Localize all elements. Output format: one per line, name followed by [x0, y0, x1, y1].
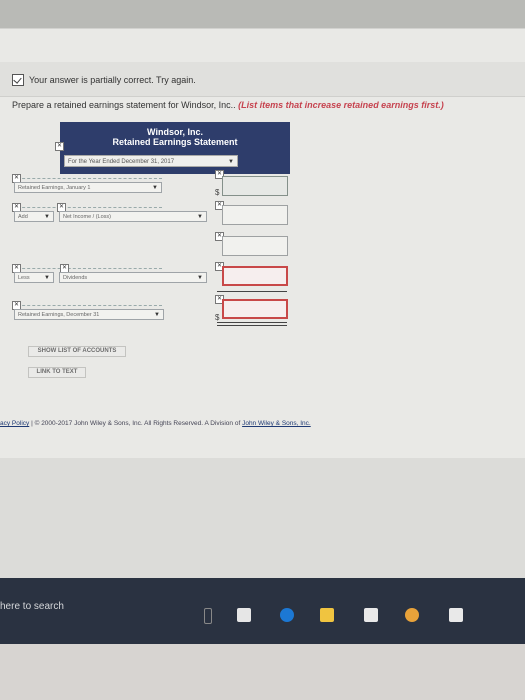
- store-icon[interactable]: [364, 608, 378, 622]
- browser-chrome: [0, 0, 525, 28]
- wiley-link[interactable]: John Wiley & Sons, Inc.: [242, 420, 311, 427]
- double-underline-top: [217, 322, 287, 323]
- subtotal-underline: [217, 291, 287, 292]
- edge-browser-icon[interactable]: [280, 608, 294, 622]
- show-list-of-accounts-button[interactable]: SHOW LIST OF ACCOUNTS: [28, 346, 126, 357]
- period-dropdown[interactable]: For the Year Ended December 31, 2017 ▼: [64, 155, 238, 167]
- divider: [12, 178, 162, 179]
- statement-title: Retained Earnings Statement: [112, 137, 238, 147]
- opening-account-dropdown[interactable]: Retained Earnings, January 1 ▼: [14, 182, 162, 193]
- divider: [12, 207, 162, 208]
- dollar-sign: $: [215, 313, 220, 322]
- dividends-input[interactable]: [222, 266, 288, 286]
- chevron-down-icon: ▼: [154, 312, 160, 318]
- period-value: For the Year Ended December 31, 2017: [68, 159, 175, 165]
- close-icon[interactable]: ✕: [55, 142, 64, 151]
- double-underline-bottom: [217, 325, 287, 326]
- company-name: Windsor, Inc.: [147, 127, 203, 137]
- opening-balance-input[interactable]: [222, 176, 288, 196]
- chevron-down-icon: ▼: [44, 275, 50, 281]
- file-explorer-icon[interactable]: [320, 608, 334, 622]
- closing-account-dropdown[interactable]: Retained Earnings, December 31 ▼: [14, 309, 164, 320]
- less-operator-dropdown[interactable]: Less ▼: [14, 272, 54, 283]
- closing-account-label: Retained Earnings, December 31: [18, 312, 100, 318]
- question-prompt: Prepare a retained earnings statement fo…: [12, 100, 444, 110]
- opening-account-label: Retained Earnings, January 1: [18, 185, 91, 191]
- chevron-down-icon: ▼: [44, 214, 50, 220]
- chevron-down-icon: ▼: [197, 275, 203, 281]
- chevron-down-icon: ▼: [197, 214, 203, 220]
- page-empty-area: [0, 458, 525, 578]
- desk-surface: [0, 644, 525, 700]
- footer-separator: |: [31, 420, 33, 427]
- dividends-label: Dividends: [63, 275, 88, 281]
- net-income-dropdown[interactable]: Net Income / (Loss) ▼: [59, 211, 207, 222]
- privacy-policy-link[interactable]: acy Policy: [0, 420, 29, 427]
- link-to-text-button[interactable]: LINK TO TEXT: [28, 367, 86, 378]
- status-text: Your answer is partially correct. Try ag…: [29, 75, 196, 85]
- chrome-icon[interactable]: [405, 608, 419, 622]
- chevron-down-icon: ▼: [152, 185, 158, 191]
- closing-balance-input[interactable]: [222, 299, 288, 319]
- copyright-text: © 2000-2017 John Wiley & Sons, Inc. All …: [34, 420, 243, 427]
- net-income-label: Net Income / (Loss): [63, 214, 111, 220]
- windows-taskbar: [0, 578, 525, 644]
- subtotal-input[interactable]: [222, 236, 288, 256]
- chevron-down-icon: ▼: [228, 159, 234, 165]
- dividends-dropdown[interactable]: Dividends ▼: [59, 272, 207, 283]
- divider: [12, 268, 162, 269]
- partial-check-icon: [12, 74, 24, 86]
- divider: [12, 305, 162, 306]
- mail-icon[interactable]: [449, 608, 463, 622]
- dollar-sign: $: [215, 188, 220, 197]
- prompt-text: Prepare a retained earnings statement fo…: [12, 100, 236, 110]
- task-view-icon[interactable]: [237, 608, 251, 622]
- footer: acy Policy | © 2000-2017 John Wiley & So…: [0, 420, 525, 427]
- add-operator-dropdown[interactable]: Add ▼: [14, 211, 54, 222]
- net-income-input[interactable]: [222, 205, 288, 225]
- prompt-hint: (List items that increase retained earni…: [238, 100, 444, 110]
- answer-status: Your answer is partially correct. Try ag…: [12, 74, 196, 86]
- less-operator-label: Less: [18, 275, 30, 281]
- add-operator-label: Add: [18, 214, 28, 220]
- microphone-icon[interactable]: [204, 608, 212, 624]
- taskbar-search[interactable]: here to search: [0, 601, 64, 612]
